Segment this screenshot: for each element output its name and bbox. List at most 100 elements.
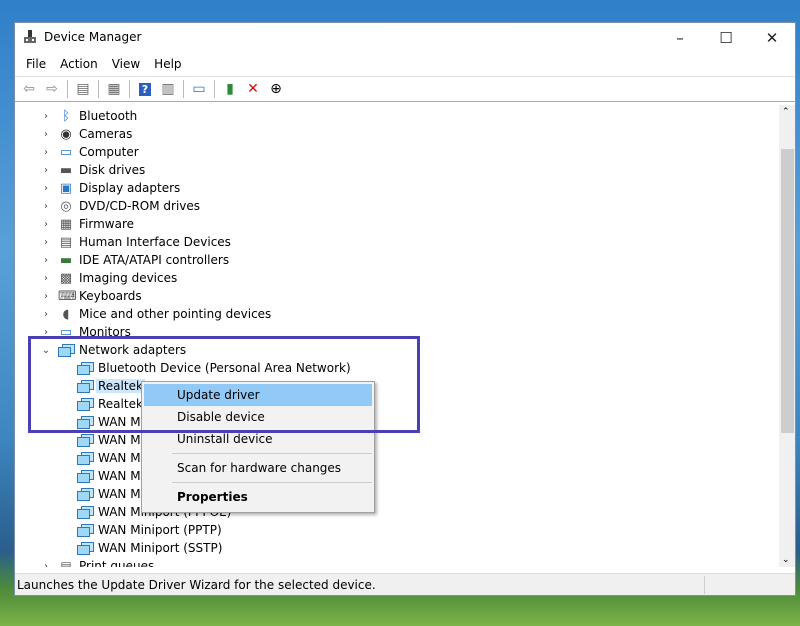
category-label: Imaging devices [79, 271, 178, 285]
scroll-up-icon[interactable]: ⌃ [782, 107, 790, 117]
menu-separator [172, 453, 372, 454]
menu-item-properties[interactable]: Properties [144, 486, 372, 508]
display-icon: ▣ [59, 180, 73, 196]
chevron-right-icon[interactable]: › [41, 273, 51, 284]
device-label: WAN M [98, 433, 141, 447]
toolbar-divider [183, 80, 184, 98]
category-label: Disk drives [79, 163, 146, 177]
uninstall-icon[interactable]: ✕ [243, 79, 263, 99]
hid-icon: ▤ [59, 234, 73, 250]
category-label: IDE ATA/ATAPI controllers [79, 253, 230, 267]
chevron-right-icon[interactable]: › [41, 255, 51, 266]
toolbar: ⇦ ⇨ ▤ ▦ ? ▥ ▭ ▮ ✕ ⊕ [15, 76, 795, 102]
maximize-button[interactable]: ☐ [703, 23, 749, 53]
device-label: WAN M [98, 451, 141, 465]
toolbar-divider [98, 80, 99, 98]
back-icon[interactable]: ⇦ [19, 79, 39, 99]
scrollbar-thumb[interactable] [781, 149, 794, 433]
category-label: Human Interface Devices [79, 235, 231, 249]
category-label: Bluetooth [79, 109, 138, 123]
chevron-right-icon[interactable]: › [41, 147, 51, 158]
menu-bar: File Action View Help [15, 53, 795, 75]
mouse-icon: ◖ [62, 306, 70, 322]
bluetooth-icon: ᛒ [62, 108, 70, 124]
disk-icon: ▬ [59, 162, 73, 178]
category-label: Firmware [79, 217, 134, 231]
forward-icon[interactable]: ⇨ [42, 79, 62, 99]
monitor-icon[interactable]: ▭ [189, 79, 209, 99]
menu-view[interactable]: View [105, 53, 147, 75]
network-adapter-icon [77, 433, 94, 447]
chevron-right-icon[interactable]: › [41, 309, 51, 320]
status-divider [704, 576, 705, 594]
toolbar-divider [67, 80, 68, 98]
status-text: Launches the Update Driver Wizard for th… [17, 578, 376, 592]
menu-item-scan-hardware[interactable]: Scan for hardware changes [144, 457, 372, 479]
menu-file[interactable]: File [19, 53, 53, 75]
chevron-right-icon[interactable]: › [41, 219, 51, 230]
network-adapter-icon [77, 541, 94, 555]
device-manager-icon [24, 30, 36, 43]
category-label: Print queues [79, 559, 155, 567]
tree-category[interactable]: › ⌨ Keyboards [16, 287, 416, 305]
window-title: Device Manager [44, 30, 142, 44]
dvd-icon: ◎ [60, 198, 72, 214]
tree-category[interactable]: › ▣ Display adapters [16, 179, 416, 197]
minimize-button[interactable]: – [657, 23, 703, 53]
computer-icon: ▭ [59, 144, 73, 160]
device-label: WAN Miniport (SSTP) [98, 541, 223, 555]
tree-category[interactable]: › ◎ DVD/CD-ROM drives [16, 197, 416, 215]
category-label: Cameras [79, 127, 133, 141]
chevron-right-icon[interactable]: › [41, 183, 51, 194]
close-button[interactable]: ✕ [749, 23, 795, 53]
network-adapter-icon [77, 523, 94, 537]
menu-separator [172, 482, 372, 483]
enable-device-icon[interactable]: ▮ [220, 79, 240, 99]
device-label: WAN M [98, 469, 141, 483]
network-adapter-icon [77, 505, 94, 519]
tree-category[interactable]: › ▬ Disk drives [16, 161, 416, 179]
tree-category[interactable]: › ▤ Print queues [16, 557, 416, 567]
keyboard-icon: ⌨ [58, 288, 77, 304]
device-label: WAN M [98, 487, 141, 501]
chevron-right-icon[interactable]: › [41, 165, 51, 176]
menu-action[interactable]: Action [53, 53, 105, 75]
printer-icon: ▤ [60, 559, 72, 567]
category-label: Mice and other pointing devices [79, 307, 272, 321]
tree-category[interactable]: › ▩ Imaging devices [16, 269, 416, 287]
chevron-right-icon[interactable]: › [41, 111, 51, 122]
tree-category[interactable]: › ▭ Computer [16, 143, 416, 161]
category-label: DVD/CD-ROM drives [79, 199, 201, 213]
title-bar: Device Manager – ☐ ✕ [15, 23, 795, 53]
help-icon[interactable]: ? [135, 79, 155, 99]
status-bar: Launches the Update Driver Wizard for th… [15, 573, 795, 595]
tree-category[interactable]: › ◉ Cameras [16, 125, 416, 143]
properties-view-icon[interactable]: ▤ [73, 79, 93, 99]
tree-category[interactable]: › ▬ IDE ATA/ATAPI controllers [16, 251, 416, 269]
update-driver-icon[interactable]: ⊕ [266, 79, 286, 99]
tree-category[interactable]: › ᛒ Bluetooth [16, 107, 416, 125]
chevron-right-icon[interactable]: › [41, 561, 51, 568]
toolbar-divider [214, 80, 215, 98]
category-label: Display adapters [79, 181, 181, 195]
chevron-right-icon[interactable]: › [41, 129, 51, 140]
camera-icon: ◉ [60, 126, 72, 142]
network-adapter-icon [77, 469, 94, 483]
tree-category[interactable]: › ▦ Firmware [16, 215, 416, 233]
toolbar-divider [129, 80, 130, 98]
device-manager-window: Device Manager – ☐ ✕ File Action View He… [14, 22, 796, 596]
chevron-right-icon[interactable]: › [41, 291, 51, 302]
tree-category[interactable]: › ◖ Mice and other pointing devices [16, 305, 416, 323]
action-pane-icon[interactable]: ▥ [158, 79, 178, 99]
device-label: WAN Miniport (PPTP) [98, 523, 222, 537]
device-item[interactable]: WAN Miniport (PPTP) [16, 521, 416, 539]
tree-category[interactable]: › ▤ Human Interface Devices [16, 233, 416, 251]
scroll-down-icon[interactable]: ⌄ [782, 555, 790, 565]
device-item[interactable]: WAN Miniport (SSTP) [16, 539, 416, 557]
category-label: Computer [79, 145, 139, 159]
vertical-scrollbar[interactable]: ⌃ ⌄ [779, 105, 795, 567]
menu-help[interactable]: Help [147, 53, 188, 75]
chevron-right-icon[interactable]: › [41, 201, 51, 212]
chevron-right-icon[interactable]: › [41, 237, 51, 248]
console-tree-icon[interactable]: ▦ [104, 79, 124, 99]
